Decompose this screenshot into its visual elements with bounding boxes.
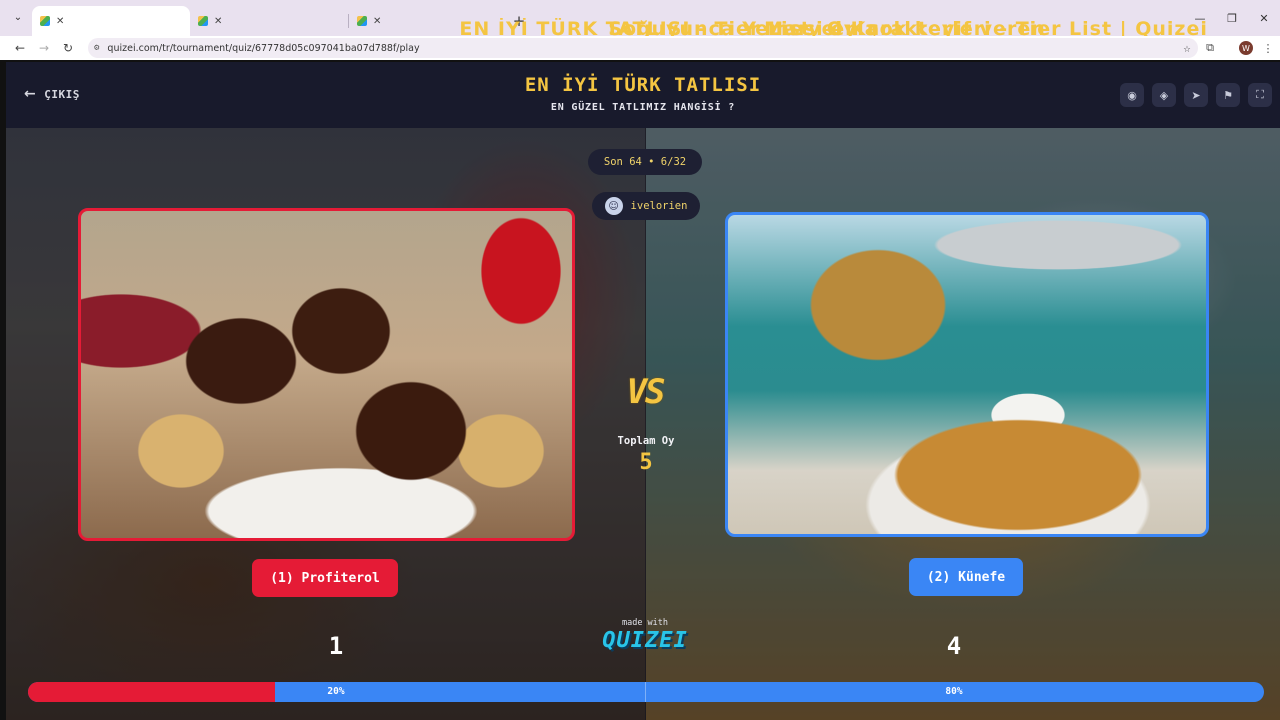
minimize-icon[interactable]: — — [1184, 0, 1216, 36]
quiz-page: ← ÇIKIŞ EN İYİ TÜRK TATLISI EN GÜZEL TAT… — [6, 62, 1280, 720]
bookmark-star-icon[interactable]: ☆ — [1176, 41, 1198, 55]
vote-progress-left-fill — [28, 682, 276, 702]
quizei-logo[interactable]: QUIZEI — [595, 628, 695, 653]
browser-tab-1[interactable]: EN İYİ TÜRK TATLISI - Tier List, Oyla ✕ — [32, 6, 878, 40]
choice-image-kunefe[interactable] — [725, 212, 1209, 537]
browser-toolbar: ← → ↻ ⚙ quizei.com/tr/tournament/quiz/67… — [0, 36, 1280, 60]
site-info-icon[interactable]: ⚙ — [94, 43, 99, 53]
round-label: Son 64 • 6/32 — [603, 156, 687, 168]
browser-tab-bar: ⌄ EN İYİ TÜRK TATLISI - Tier List, Oyla … — [0, 0, 1280, 40]
vote-percent-left: 20% — [327, 686, 345, 697]
browser-tab-3[interactable]: Marvel Karakterleri - Tier List | Quizei… — [349, 6, 1207, 40]
made-with-text: made with — [621, 618, 669, 628]
total-votes-label: Toplam Oy — [617, 435, 675, 447]
fullscreen-icon[interactable]: ⛶ — [1248, 83, 1272, 107]
reload-icon[interactable]: ↻ — [56, 36, 80, 60]
vs-logo: VS — [614, 366, 676, 418]
vote-count-left: 1 — [328, 632, 344, 660]
vote-progress-bar: 20% 80% — [28, 682, 1264, 702]
choice-button-kunefe[interactable]: (2) Künefe — [909, 558, 1023, 596]
back-arrow-icon[interactable]: ← — [8, 36, 32, 60]
address-bar[interactable]: ⚙ quizei.com/tr/tournament/quiz/67778d05… — [88, 38, 1198, 58]
choice-image-profiterol[interactable] — [78, 208, 575, 541]
quiz-header: ← ÇIKIŞ EN İYİ TÜRK TATLISI EN GÜZEL TAT… — [6, 62, 1280, 128]
user-name: ivelorien — [630, 200, 688, 212]
vs-text: VS — [626, 372, 666, 412]
send-icon[interactable]: ➤ — [1184, 83, 1208, 107]
vote-percent-right: 80% — [945, 686, 963, 697]
forward-arrow-icon[interactable]: → — [32, 36, 56, 60]
restore-icon[interactable]: ❐ — [1216, 0, 1248, 36]
flag-icon[interactable]: ⚑ — [1216, 83, 1240, 107]
total-votes-value: 5 — [639, 450, 653, 475]
window-controls: — ❐ ✕ — [1184, 0, 1280, 36]
round-badge: Son 64 • 6/32 — [588, 149, 702, 175]
user-badge[interactable]: ☺ ivelorien — [592, 192, 700, 220]
shapes-icon[interactable]: ◈ — [1152, 83, 1176, 107]
tab-strip: EN İYİ TÜRK TATLISI - Tier List, Oyla ✕ … — [32, 6, 1207, 40]
avatar: W — [1239, 41, 1253, 55]
eye-icon[interactable]: ◉ — [1120, 83, 1144, 107]
browser-menu-icon[interactable]: ⋮ — [1256, 36, 1280, 60]
vote-progress-midline — [645, 682, 646, 702]
page-subtitle: EN GÜZEL TATLIMIZ HANGİSİ ? — [550, 102, 736, 113]
vote-count-right: 4 — [946, 632, 962, 660]
header-actions: ◉ ◈ ➤ ⚑ ⛶ — [1120, 83, 1272, 107]
choice-button-profiterol[interactable]: (1) Profiterol — [252, 559, 398, 597]
page-title: EN İYİ TÜRK TATLISI — [524, 74, 762, 96]
url-text[interactable]: quizei.com/tr/tournament/quiz/67778d05c0… — [107, 43, 1168, 54]
close-window-icon[interactable]: ✕ — [1248, 0, 1280, 36]
user-avatar-icon: ☺ — [604, 197, 623, 215]
extensions-puzzle-icon[interactable]: ⧉ — [1198, 36, 1222, 60]
tab-search-chevron-icon[interactable]: ⌄ — [10, 10, 26, 26]
browser-tab-2[interactable]: Soğuyunca Yemesi en çok keyif veren ✕ — [190, 6, 1045, 40]
profile-avatar[interactable]: W — [1234, 36, 1258, 60]
